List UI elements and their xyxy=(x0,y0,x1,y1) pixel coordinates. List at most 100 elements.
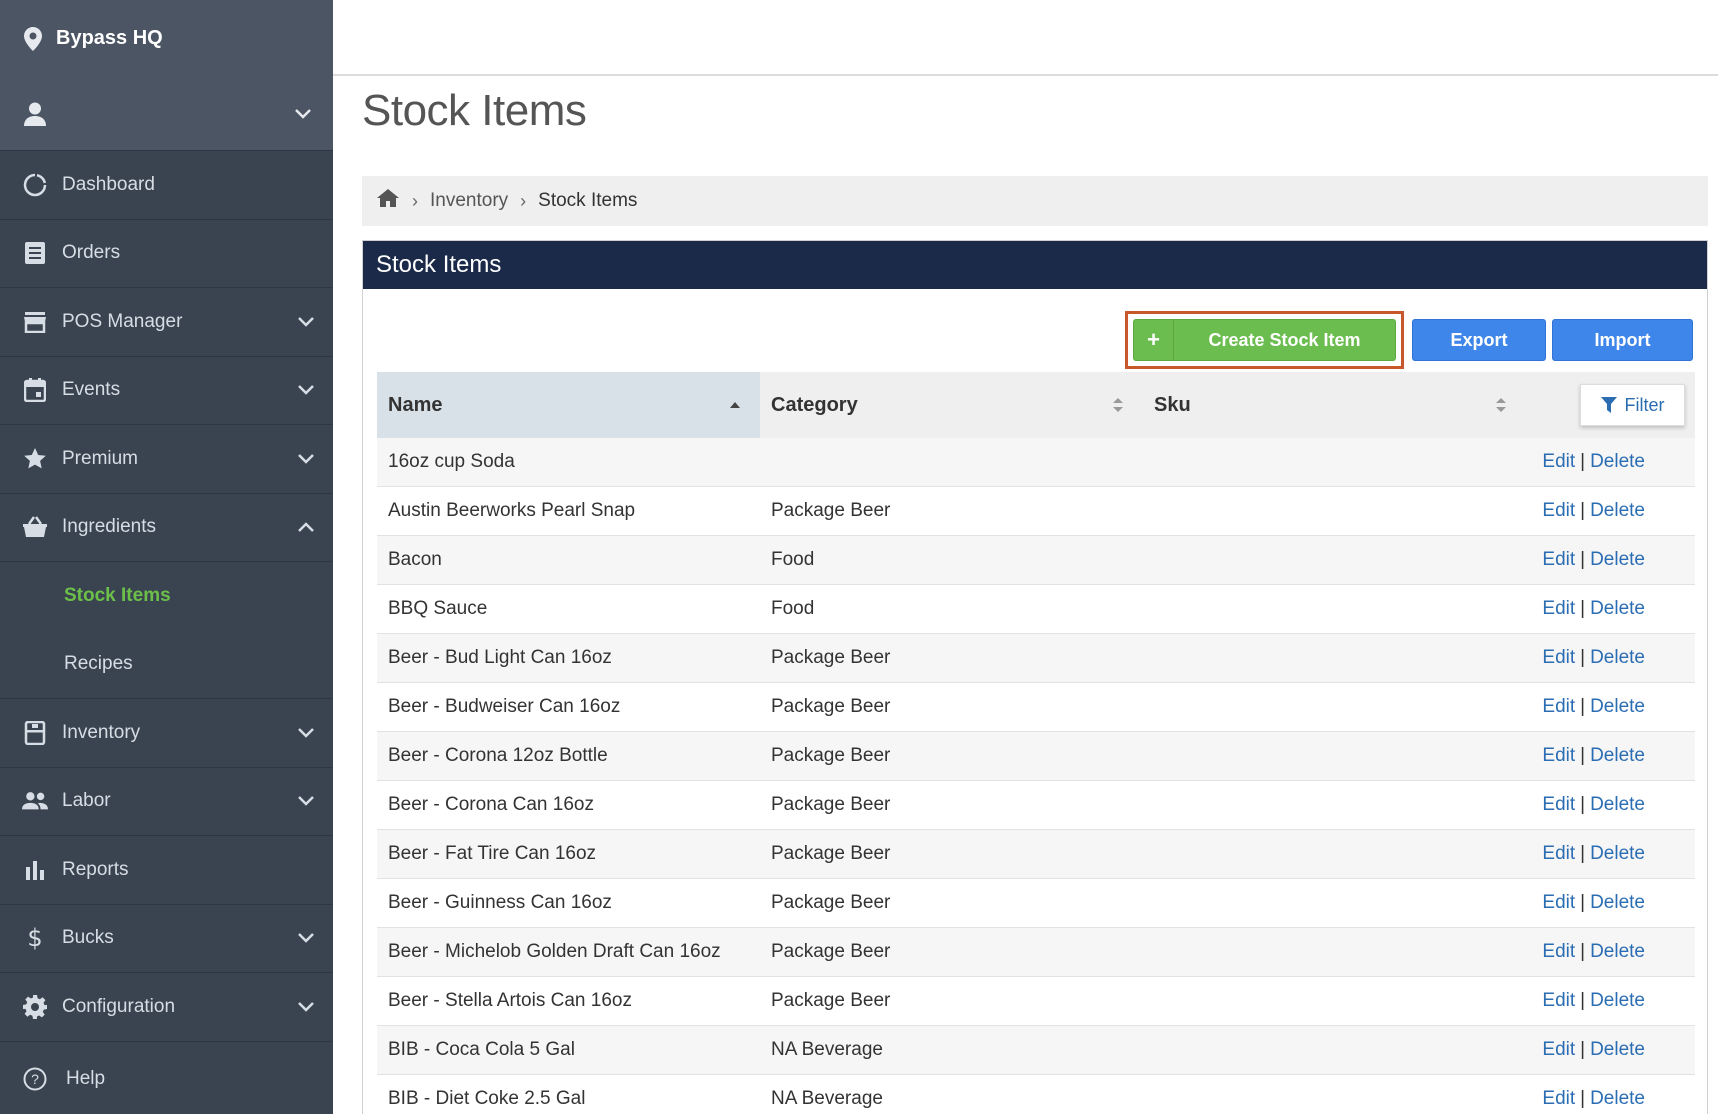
edit-link[interactable]: Edit xyxy=(1542,549,1575,570)
home-icon[interactable] xyxy=(376,188,400,214)
table-row: Beer - Corona Can 16oz Package Beer Edit | D… xyxy=(377,781,1695,830)
sidebar-item-dashboard[interactable]: Dashboard xyxy=(0,150,333,219)
edit-link[interactable]: Edit xyxy=(1542,990,1575,1011)
delete-link[interactable]: Delete xyxy=(1590,892,1645,913)
breadcrumb-inventory[interactable]: Inventory xyxy=(430,190,508,212)
panel-title: Stock Items xyxy=(363,241,1707,289)
cell-actions: Edit | Delete xyxy=(1526,500,1695,522)
action-separator: | xyxy=(1580,598,1586,619)
cell-actions: Edit | Delete xyxy=(1526,696,1695,718)
orders-icon xyxy=(22,240,48,266)
plus-icon: + xyxy=(1134,320,1174,360)
bar-chart-icon xyxy=(22,857,48,883)
delete-link[interactable]: Delete xyxy=(1590,990,1645,1011)
sidebar-item-ingredients[interactable]: Ingredients xyxy=(0,492,333,562)
delete-link[interactable]: Delete xyxy=(1590,549,1645,570)
cell-actions: Edit | Delete xyxy=(1526,1088,1695,1110)
delete-link[interactable]: Delete xyxy=(1590,794,1645,815)
sidebar-item-events[interactable]: Events xyxy=(0,355,333,425)
sidebar-item-bucks[interactable]: $ Bucks xyxy=(0,903,333,973)
chevron-down-icon xyxy=(297,792,315,810)
sidebar-subitem-stock-items[interactable]: Stock Items xyxy=(0,562,333,630)
location-selector[interactable]: Bypass HQ xyxy=(0,0,333,77)
cell-name: Bacon xyxy=(388,549,442,570)
cell-category: Food xyxy=(771,549,815,570)
delete-link[interactable]: Delete xyxy=(1590,1088,1645,1109)
sort-icon xyxy=(1496,398,1506,412)
user-menu[interactable] xyxy=(0,77,333,150)
action-separator: | xyxy=(1580,451,1586,472)
action-separator: | xyxy=(1580,941,1586,962)
edit-link[interactable]: Edit xyxy=(1542,1039,1575,1060)
sidebar-item-labor[interactable]: Labor xyxy=(0,766,333,836)
calendar-icon xyxy=(22,377,48,403)
action-separator: | xyxy=(1580,500,1586,521)
edit-link[interactable]: Edit xyxy=(1542,745,1575,766)
delete-link[interactable]: Delete xyxy=(1590,843,1645,864)
stock-items-table: Name Category Sku Filter 16oz cup Soda Ed… xyxy=(377,372,1695,1114)
cell-name: Beer - Stella Artois Can 16oz xyxy=(388,990,632,1011)
sidebar-item-pos-manager[interactable]: POS Manager xyxy=(0,287,333,356)
delete-link[interactable]: Delete xyxy=(1590,696,1645,717)
sidebar-item-label: Bucks xyxy=(62,927,114,949)
table-row: BBQ Sauce Food Edit | Delete xyxy=(377,585,1695,634)
delete-link[interactable]: Delete xyxy=(1590,745,1645,766)
table-row: Beer - Corona 12oz Bottle Package Beer Edi… xyxy=(377,732,1695,781)
cell-actions: Edit | Delete xyxy=(1526,745,1695,767)
delete-link[interactable]: Delete xyxy=(1590,451,1645,472)
delete-link[interactable]: Delete xyxy=(1590,941,1645,962)
edit-link[interactable]: Edit xyxy=(1542,647,1575,668)
action-separator: | xyxy=(1580,549,1586,570)
cell-actions: Edit | Delete xyxy=(1526,794,1695,816)
sidebar-item-premium[interactable]: Premium xyxy=(0,424,333,493)
table-body: 16oz cup Soda Edit | Delete Austin Beerworks… xyxy=(377,438,1695,1114)
edit-link[interactable]: Edit xyxy=(1542,451,1575,472)
delete-link[interactable]: Delete xyxy=(1590,647,1645,668)
edit-link[interactable]: Edit xyxy=(1542,794,1575,815)
people-icon xyxy=(22,788,48,814)
breadcrumb: › Inventory › Stock Items xyxy=(362,176,1708,226)
map-pin-icon xyxy=(24,26,42,51)
sidebar-subitem-recipes[interactable]: Recipes xyxy=(0,630,333,698)
delete-link[interactable]: Delete xyxy=(1590,1039,1645,1060)
table-row: Beer - Michelob Golden Draft Can 16oz Pac… xyxy=(377,928,1695,977)
filter-button[interactable]: Filter xyxy=(1580,384,1685,426)
edit-link[interactable]: Edit xyxy=(1542,696,1575,717)
table-row: Beer - Fat Tire Can 16oz Package Beer Edit… xyxy=(377,830,1695,879)
action-separator: | xyxy=(1580,745,1586,766)
sidebar-item-inventory[interactable]: Inventory xyxy=(0,698,333,767)
column-header-name[interactable]: Name xyxy=(377,372,760,438)
inventory-icon xyxy=(22,720,48,746)
cell-category: Package Beer xyxy=(771,941,891,962)
sidebar-item-orders[interactable]: Orders xyxy=(0,218,333,288)
sidebar-item-label: Ingredients xyxy=(62,516,157,538)
cell-actions: Edit | Delete xyxy=(1526,549,1695,571)
edit-link[interactable]: Edit xyxy=(1542,892,1575,913)
delete-link[interactable]: Delete xyxy=(1590,598,1645,619)
edit-link[interactable]: Edit xyxy=(1542,941,1575,962)
sidebar-item-label: Configuration xyxy=(62,995,176,1017)
cell-actions: Edit | Delete xyxy=(1526,598,1695,620)
cell-category: Package Beer xyxy=(771,647,891,668)
action-separator: | xyxy=(1580,892,1586,913)
edit-link[interactable]: Edit xyxy=(1542,500,1575,521)
export-button[interactable]: Export xyxy=(1412,319,1546,361)
edit-link[interactable]: Edit xyxy=(1542,598,1575,619)
column-header-category[interactable]: Category xyxy=(760,372,1143,438)
help-icon: ? xyxy=(22,1066,48,1092)
column-header-label: Sku xyxy=(1154,393,1191,416)
sidebar-item-label: Events xyxy=(62,379,121,401)
table-row: Bacon Food Edit | Delete xyxy=(377,536,1695,585)
delete-link[interactable]: Delete xyxy=(1590,500,1645,521)
create-stock-item-button[interactable]: + Create Stock Item xyxy=(1133,319,1396,361)
cell-actions: Edit | Delete xyxy=(1526,843,1695,865)
sidebar-item-reports[interactable]: Reports xyxy=(0,835,333,904)
sidebar-item-label: Reports xyxy=(62,858,129,880)
sidebar-item-help[interactable]: ? Help xyxy=(0,1040,333,1114)
cell-actions: Edit | Delete xyxy=(1526,990,1695,1012)
sidebar-item-configuration[interactable]: Configuration xyxy=(0,972,333,1041)
edit-link[interactable]: Edit xyxy=(1542,1088,1575,1109)
column-header-sku[interactable]: Sku xyxy=(1143,372,1526,438)
import-button[interactable]: Import xyxy=(1552,319,1693,361)
edit-link[interactable]: Edit xyxy=(1542,843,1575,864)
